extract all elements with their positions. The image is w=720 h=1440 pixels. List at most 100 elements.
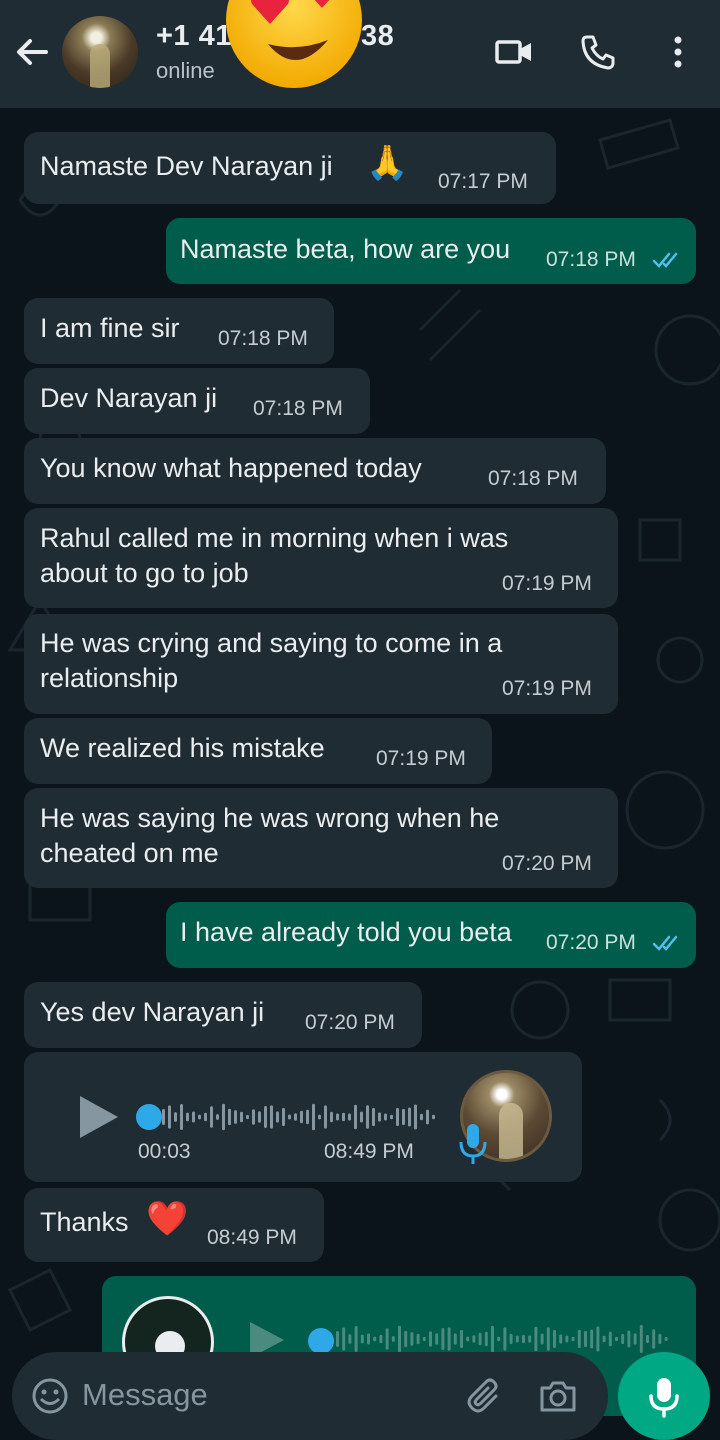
waveform-bar — [234, 1110, 237, 1124]
waveform-bar — [590, 1329, 594, 1349]
waveform-bar — [264, 1105, 267, 1129]
message-time: 08:49 PM — [207, 1226, 297, 1249]
message-bubble-incoming[interactable]: I am fine sir 07:18 PM — [24, 298, 334, 364]
waveform-bar — [633, 1333, 637, 1345]
waveform-bar — [559, 1334, 563, 1344]
double-check-icon — [652, 935, 678, 951]
waveform-bar — [546, 1327, 550, 1351]
video-call-icon[interactable] — [494, 32, 534, 72]
attach-icon[interactable] — [466, 1376, 508, 1418]
waveform-bar — [186, 1112, 189, 1122]
waveform-bar — [522, 1334, 525, 1344]
waveform-bar — [276, 1111, 279, 1123]
waveform-bar — [503, 1327, 507, 1351]
voice-duration: 00:03 — [138, 1140, 191, 1163]
message-text-line: relationship — [40, 663, 179, 693]
waveform-bar — [222, 1103, 225, 1131]
waveform-bar — [396, 1107, 399, 1127]
message-bubble-incoming[interactable]: He was crying and saying to come in a re… — [24, 614, 618, 714]
waveform-bar — [312, 1103, 315, 1131]
message-bubble-incoming[interactable]: We realized his mistake 07:19 PM — [24, 718, 492, 784]
message-time: 07:20 PM — [305, 1011, 395, 1034]
voice-progress-dot[interactable] — [136, 1104, 162, 1130]
message-text-line: He was saying he was wrong when he — [40, 803, 500, 833]
waveform-bar — [288, 1114, 291, 1120]
waveform-bar — [664, 1336, 668, 1342]
message-time: 07:17 PM — [438, 170, 528, 193]
message-bubble-incoming[interactable]: He was saying he was wrong when he cheat… — [24, 788, 618, 888]
waveform-bar — [602, 1335, 606, 1343]
waveform-bar — [348, 1113, 351, 1121]
message-time: 07:18 PM — [253, 397, 343, 420]
waveform-bar — [491, 1325, 494, 1353]
contact-name[interactable]: +1 41 38 — [156, 20, 394, 53]
waveform-bar — [324, 1105, 327, 1129]
waveform-bar — [416, 1333, 420, 1345]
waveform-bar — [509, 1333, 513, 1345]
heart-eyes-emoji-sticker — [226, 0, 362, 88]
waveform-bar — [378, 1112, 381, 1122]
waveform-bar — [466, 1336, 470, 1342]
message-input[interactable]: Message — [82, 1377, 208, 1413]
waveform-bar — [596, 1326, 600, 1352]
waveform-bar — [336, 1331, 339, 1347]
waveform-bar — [534, 1326, 538, 1352]
waveform-bar — [478, 1332, 482, 1346]
waveform-bar — [646, 1334, 649, 1344]
message-bubble-outgoing[interactable]: I have already told you beta 07:20 PM — [166, 902, 696, 968]
voice-progress-dot[interactable] — [308, 1328, 334, 1354]
message-text: We realized his mistake — [40, 733, 325, 763]
emoji-icon[interactable] — [30, 1376, 70, 1416]
waveform-bar — [306, 1109, 309, 1125]
contact-phone-end: 38 — [361, 20, 395, 52]
waveform-bar — [372, 1107, 375, 1127]
waveform-bar — [414, 1104, 417, 1130]
waveform-bar — [627, 1330, 631, 1348]
waveform-bar — [162, 1109, 165, 1125]
waveform-bar — [384, 1113, 387, 1121]
message-bubble-incoming[interactable]: Rahul called me in morning when i was ab… — [24, 508, 618, 608]
red-heart-emoji: ❤️ — [146, 1200, 189, 1238]
message-bubble-outgoing[interactable]: Namaste beta, how are you 07:18 PM — [166, 218, 696, 284]
voice-message-incoming[interactable]: 00:03 08:49 PM — [24, 1052, 582, 1182]
waveform-bar — [528, 1335, 532, 1343]
waveform-bar — [447, 1327, 451, 1351]
waveform-bar — [342, 1327, 346, 1351]
play-icon[interactable] — [74, 1092, 122, 1142]
waveform-bar — [336, 1113, 339, 1121]
more-options-icon[interactable] — [658, 32, 698, 72]
waveform-bar — [460, 1329, 463, 1349]
waveform-bar — [354, 1104, 357, 1130]
message-text-line: Rahul called me in morning when i was — [40, 523, 509, 553]
message-bubble-incoming[interactable]: Yes dev Narayan ji 07:20 PM — [24, 982, 422, 1048]
message-bubble-incoming[interactable]: You know what happened today 07:18 PM — [24, 438, 606, 504]
waveform-bar — [565, 1335, 569, 1343]
voice-waveform[interactable] — [162, 1098, 442, 1136]
voice-record-button[interactable] — [618, 1352, 710, 1440]
back-arrow-icon[interactable] — [12, 32, 52, 72]
waveform-bar — [282, 1107, 285, 1127]
contact-phone-start: +1 41 — [156, 20, 232, 52]
waveform-bar — [198, 1114, 201, 1120]
message-bubble-incoming[interactable]: Dev Narayan ji 07:18 PM — [24, 368, 370, 434]
mic-icon — [649, 1378, 679, 1418]
camera-icon[interactable] — [538, 1376, 578, 1416]
waveform-bar — [360, 1111, 363, 1123]
waveform-bar — [342, 1112, 345, 1122]
waveform-bar — [354, 1326, 358, 1352]
waveform-bar — [429, 1331, 432, 1347]
contact-avatar[interactable] — [62, 16, 138, 88]
message-bubble-incoming[interactable]: Thanks ❤️ 08:49 PM — [24, 1188, 324, 1262]
message-composer[interactable]: Message — [12, 1352, 608, 1440]
waveform-bar — [216, 1114, 219, 1120]
waveform-bar — [422, 1336, 426, 1342]
voice-call-icon[interactable] — [578, 32, 618, 72]
waveform-bar — [497, 1336, 501, 1342]
message-time: 07:19 PM — [502, 677, 592, 700]
waveform-bar — [621, 1333, 625, 1345]
message-text: Namaste beta, how are you — [180, 234, 511, 264]
message-time: 08:49 PM — [324, 1140, 414, 1163]
waveform-bar — [540, 1333, 544, 1345]
message-bubble-incoming[interactable]: Namaste Dev Narayan ji 🙏 07:17 PM — [24, 132, 556, 204]
message-time: 07:19 PM — [376, 747, 466, 770]
